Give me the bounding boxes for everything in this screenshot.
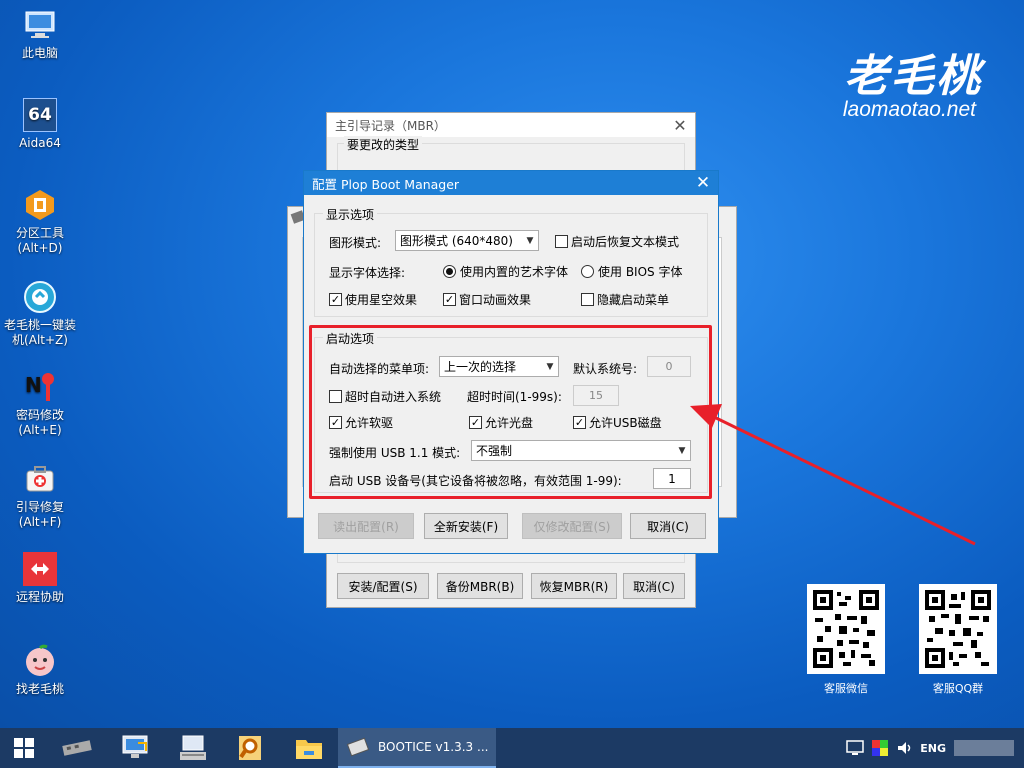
speaker-icon[interactable] (896, 740, 912, 756)
display-color-icon[interactable] (872, 740, 889, 756)
start-button[interactable] (0, 728, 48, 768)
network-icon[interactable] (846, 740, 864, 756)
desktop: 此电脑 64 Aida64 分区工具(Alt+D) 老毛桃一键装机(Alt+Z)… (0, 0, 1024, 728)
taskbar-bootice-app[interactable]: BOOTICE v1.3.3 ... (338, 728, 496, 768)
taskbar: BOOTICE v1.3.3 ... ENG (0, 728, 1024, 768)
annotation-arrow (690, 404, 976, 546)
taskbar-file-explorer[interactable] (280, 728, 338, 768)
taskbar-keyboard-tool[interactable] (164, 728, 222, 768)
monitor-network-icon (122, 735, 148, 758)
folder-icon (296, 740, 322, 759)
windows-logo-icon (14, 738, 34, 758)
magnifier-icon (239, 736, 261, 760)
bootice-icon (346, 737, 370, 757)
keyboard-monitor-icon (180, 735, 206, 760)
input-language[interactable]: ENG (920, 742, 946, 755)
chip-icon (62, 740, 92, 756)
clock-area-blurred[interactable] (954, 740, 1014, 756)
taskbar-network-tool[interactable] (106, 728, 164, 768)
taskbar-search-tool[interactable] (222, 728, 280, 768)
taskbar-chip-tool[interactable] (48, 728, 106, 768)
system-tray: ENG (846, 740, 1024, 756)
